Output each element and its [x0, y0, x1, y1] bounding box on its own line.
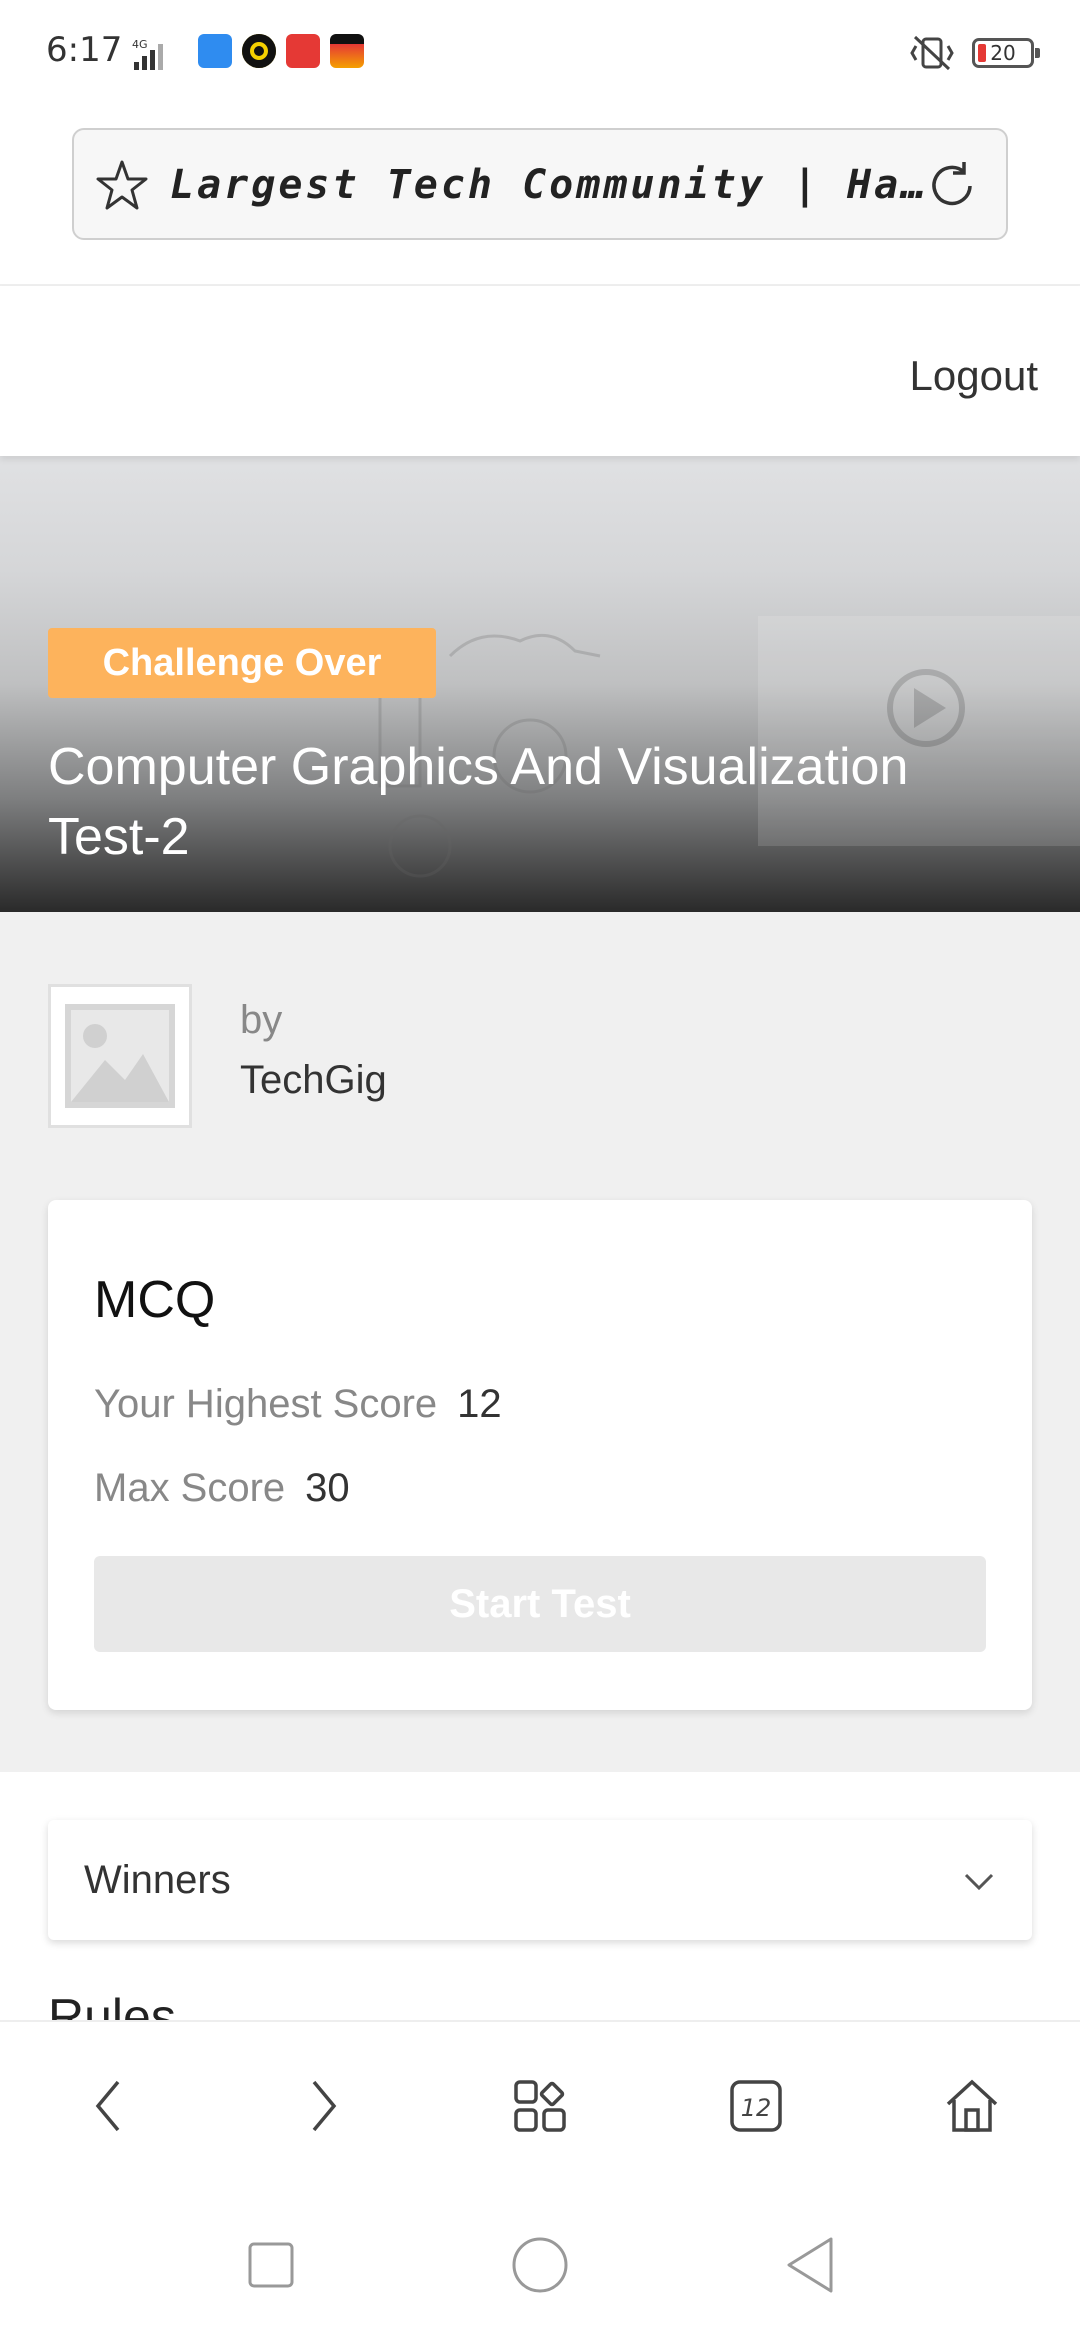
- status-time: 6:17: [46, 30, 123, 70]
- test-type-title: MCQ: [94, 1271, 216, 1329]
- vibrate-icon: [910, 35, 954, 71]
- address-bar[interactable]: Largest Tech Community | Hackatho...: [72, 128, 1008, 240]
- page-title-url[interactable]: Largest Tech Community | Hackatho...: [170, 162, 950, 208]
- chevron-down-icon: [964, 1873, 994, 1891]
- site-header: Logout: [0, 286, 1080, 456]
- recents-button[interactable]: [236, 2230, 306, 2300]
- highest-score-label: Your Highest Score: [94, 1382, 438, 1426]
- home-icon: [946, 2079, 998, 2132]
- tabs-icon: 12: [730, 2080, 782, 2132]
- notification-icons: [198, 34, 364, 68]
- author-by-label: by: [240, 998, 283, 1042]
- challenge-details: by TechGig MCQ Your Highest Score 12 Max …: [0, 912, 1080, 1772]
- tab-count: 12: [741, 2094, 772, 2122]
- bookmark-star-icon[interactable]: [94, 158, 150, 214]
- max-score-row: Max Score 30: [94, 1466, 350, 1511]
- winners-accordion[interactable]: Winners: [48, 1820, 1032, 1940]
- logout-link[interactable]: Logout: [910, 352, 1038, 400]
- network-type: 4G: [132, 38, 148, 51]
- highest-score-value: 12: [457, 1382, 502, 1426]
- app-notification-icon: [330, 34, 364, 68]
- start-test-button[interactable]: Start Test: [94, 1556, 986, 1652]
- app-notification-icon: [242, 34, 276, 68]
- status-badge: Challenge Over: [48, 628, 436, 698]
- back-system-button[interactable]: [775, 2230, 845, 2300]
- max-score-label: Max Score: [94, 1466, 286, 1510]
- app-notification-icon: [198, 34, 232, 68]
- mcq-test-card: MCQ Your Highest Score 12 Max Score 30 Sta…: [48, 1200, 1032, 1710]
- browser-toolbar: 12: [0, 2020, 1080, 2190]
- app-notification-icon: [286, 34, 320, 68]
- apps-grid-icon: [514, 2080, 566, 2132]
- author-image-placeholder-icon: [48, 984, 192, 1128]
- triangle-back-icon: [787, 2237, 833, 2293]
- chevron-right-icon: [312, 2080, 337, 2132]
- status-right: 20: [910, 34, 1040, 72]
- challenge-hero: Challenge Over Computer Graphics And Vis…: [0, 456, 1080, 912]
- back-button[interactable]: [68, 2066, 148, 2146]
- tabs-button[interactable]: 12: [716, 2066, 796, 2146]
- home-button[interactable]: [932, 2066, 1012, 2146]
- status-bar: 6:17 4G 20: [0, 0, 1080, 110]
- battery-icon: 20: [972, 38, 1040, 68]
- home-system-button[interactable]: [505, 2230, 575, 2300]
- forward-button[interactable]: [284, 2066, 364, 2146]
- reload-icon[interactable]: [924, 158, 980, 214]
- chevron-left-icon: [95, 2080, 120, 2132]
- author-name[interactable]: TechGig: [240, 1058, 387, 1103]
- winners-label: Winners: [84, 1858, 231, 1902]
- highest-score-row: Your Highest Score 12: [94, 1382, 502, 1427]
- apps-button[interactable]: [500, 2066, 580, 2146]
- signal-icon: 4G: [132, 38, 163, 70]
- image-placeholder-icon: [65, 1004, 175, 1108]
- challenge-title: Computer Graphics And Visualization Test…: [48, 738, 909, 866]
- square-icon: [248, 2242, 294, 2288]
- system-navigation-bar: [0, 2190, 1080, 2340]
- max-score-value: 30: [305, 1466, 350, 1510]
- circle-icon: [512, 2237, 568, 2293]
